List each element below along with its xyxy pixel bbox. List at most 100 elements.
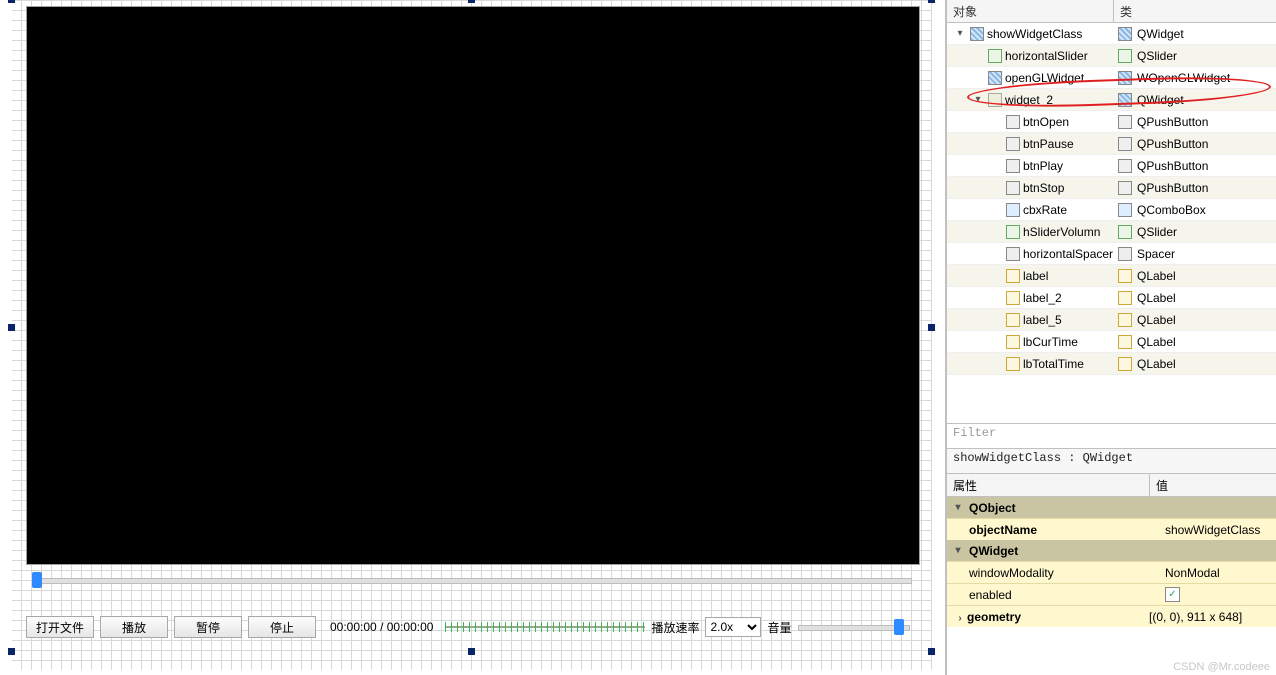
expand-twist-icon[interactable]: ▾ <box>951 545 965 556</box>
tree-row[interactable]: labelQLabel <box>947 265 1276 287</box>
class-name-label: Spacer <box>1137 247 1175 261</box>
property-group-header[interactable]: ▾ QWidget <box>947 540 1276 561</box>
resize-handle-icon[interactable] <box>8 648 15 655</box>
class-icon <box>1118 335 1132 349</box>
property-name: geometry <box>967 610 1021 624</box>
group-label: QObject <box>969 501 1016 515</box>
opengl-widget-preview[interactable] <box>26 6 920 565</box>
object-name-label: hSliderVolumn <box>1023 225 1100 239</box>
volume-label: 音量 <box>767 619 791 636</box>
property-row[interactable]: objectNameshowWidgetClass <box>947 518 1276 540</box>
class-name-label: QLabel <box>1137 357 1176 371</box>
tree-row[interactable]: horizontalSpacerSpacer <box>947 243 1276 265</box>
slider-ticks-icon <box>445 622 645 632</box>
slider-thumb-icon[interactable] <box>894 619 904 635</box>
tree-row[interactable]: ▾widget_2QWidget <box>947 89 1276 111</box>
property-group-header[interactable]: ▾ QObject <box>947 497 1276 518</box>
class-name-label: QPushButton <box>1137 137 1208 151</box>
tree-row[interactable]: btnStopQPushButton <box>947 177 1276 199</box>
class-icon <box>1118 115 1132 129</box>
form-designer-canvas-wrapper: 打开文件 播放 暂停 停止 00:00:00 / 00:00:00 播放速率 2… <box>0 0 946 675</box>
class-name-label: QPushButton <box>1137 115 1208 129</box>
property-row[interactable]: ›geometry [(0, 0), 911 x 648] <box>947 605 1276 627</box>
object-name-label: horizontalSlider <box>1005 49 1088 63</box>
widget-icon <box>988 49 1002 63</box>
resize-handle-icon[interactable] <box>928 324 935 331</box>
object-name-label: cbxRate <box>1023 203 1067 217</box>
current-time-label: 00:00:00 <box>330 620 377 634</box>
tree-row[interactable]: label_5 QLabel <box>947 309 1276 331</box>
expand-twist-icon[interactable]: › <box>953 613 967 624</box>
volume-slider[interactable] <box>798 618 908 636</box>
group-label: QWidget <box>969 544 1018 558</box>
property-table-header: 属性 值 <box>947 474 1276 497</box>
resize-handle-icon[interactable] <box>468 648 475 655</box>
open-file-button[interactable]: 打开文件 <box>26 616 94 638</box>
expand-twist-icon[interactable]: ▾ <box>951 502 965 513</box>
widget-icon <box>1006 203 1020 217</box>
scrub-slider[interactable] <box>445 618 645 636</box>
property-value[interactable]: [(0, 0), 911 x 648] <box>1149 610 1242 624</box>
value-column-header[interactable]: 值 <box>1150 474 1276 496</box>
object-name-label: showWidgetClass <box>987 27 1082 41</box>
property-filter-input[interactable]: Filter <box>947 423 1276 448</box>
property-row[interactable]: enabled✓ <box>947 583 1276 605</box>
property-row[interactable]: windowModalityNonModal <box>947 561 1276 583</box>
slider-thumb-icon[interactable] <box>32 572 42 588</box>
rate-combobox[interactable]: 2.0x <box>705 617 761 637</box>
object-inspector: 对象 类 ▾ showWidgetClass QWidget horizontalSl… <box>946 0 1276 675</box>
class-column-header[interactable]: 类 <box>1114 0 1276 22</box>
resize-handle-icon[interactable] <box>8 324 15 331</box>
class-icon <box>1118 27 1132 41</box>
object-column-header[interactable]: 对象 <box>947 0 1114 22</box>
stop-button[interactable]: 停止 <box>248 616 316 638</box>
controls-bar: 打开文件 播放 暂停 停止 00:00:00 / 00:00:00 播放速率 2… <box>26 612 918 642</box>
property-value[interactable]: NonModal <box>1165 566 1220 580</box>
widget-icon <box>1006 313 1020 327</box>
widget-icon <box>1006 159 1020 173</box>
checkbox-icon[interactable]: ✓ <box>1165 587 1180 602</box>
property-table[interactable]: ▾ QObject objectNameshowWidgetClass ▾ QWidge… <box>947 497 1276 675</box>
class-name-label: QLabel <box>1137 291 1176 305</box>
tree-row[interactable]: btnPlayQPushButton <box>947 155 1276 177</box>
tree-row[interactable]: btnOpenQPushButton <box>947 111 1276 133</box>
tree-row[interactable]: ▾ showWidgetClass QWidget <box>947 23 1276 45</box>
class-icon <box>1118 137 1132 151</box>
expand-twist-icon[interactable]: ▾ <box>971 94 985 105</box>
object-name-label: openGLWidget <box>1005 71 1084 85</box>
resize-handle-icon[interactable] <box>928 0 935 3</box>
slider-track-icon <box>798 625 910 631</box>
widget-icon <box>988 71 1002 85</box>
tree-row[interactable]: openGLWidgetWOpenGLWidget <box>947 67 1276 89</box>
class-name-label: QPushButton <box>1137 181 1208 195</box>
progress-slider[interactable] <box>26 570 918 590</box>
class-name-label: QLabel <box>1137 313 1176 327</box>
object-tree[interactable]: ▾ showWidgetClass QWidget horizontalSlider Q… <box>947 23 1276 375</box>
widget-icon <box>1006 181 1020 195</box>
tree-row[interactable]: cbxRateQComboBox <box>947 199 1276 221</box>
class-name-label: QWidget <box>1137 27 1184 41</box>
resize-handle-icon[interactable] <box>928 648 935 655</box>
tree-row[interactable]: btnPause QPushButton <box>947 133 1276 155</box>
resize-handle-icon[interactable] <box>8 0 15 3</box>
class-name-label: QSlider <box>1137 49 1177 63</box>
class-icon <box>1118 247 1132 261</box>
play-button[interactable]: 播放 <box>100 616 168 638</box>
class-icon <box>1118 313 1132 327</box>
form-canvas[interactable]: 打开文件 播放 暂停 停止 00:00:00 / 00:00:00 播放速率 2… <box>12 0 932 670</box>
object-name-label: label_5 <box>1023 313 1062 327</box>
tree-row[interactable]: lbCurTimeQLabel <box>947 331 1276 353</box>
tree-row[interactable]: label_2QLabel <box>947 287 1276 309</box>
object-name-label: btnPause <box>1023 137 1074 151</box>
pause-button[interactable]: 暂停 <box>174 616 242 638</box>
tree-row[interactable]: lbTotalTimeQLabel <box>947 353 1276 375</box>
expand-twist-icon[interactable]: ▾ <box>953 28 967 39</box>
tree-row[interactable]: horizontalSlider QSlider <box>947 45 1276 67</box>
property-column-header[interactable]: 属性 <box>947 474 1150 496</box>
property-value[interactable]: showWidgetClass <box>1165 523 1260 537</box>
resize-handle-icon[interactable] <box>468 0 475 3</box>
tree-row[interactable]: hSliderVolumnQSlider <box>947 221 1276 243</box>
class-icon <box>1118 159 1132 173</box>
widget-icon <box>1006 225 1020 239</box>
class-icon <box>1118 203 1132 217</box>
